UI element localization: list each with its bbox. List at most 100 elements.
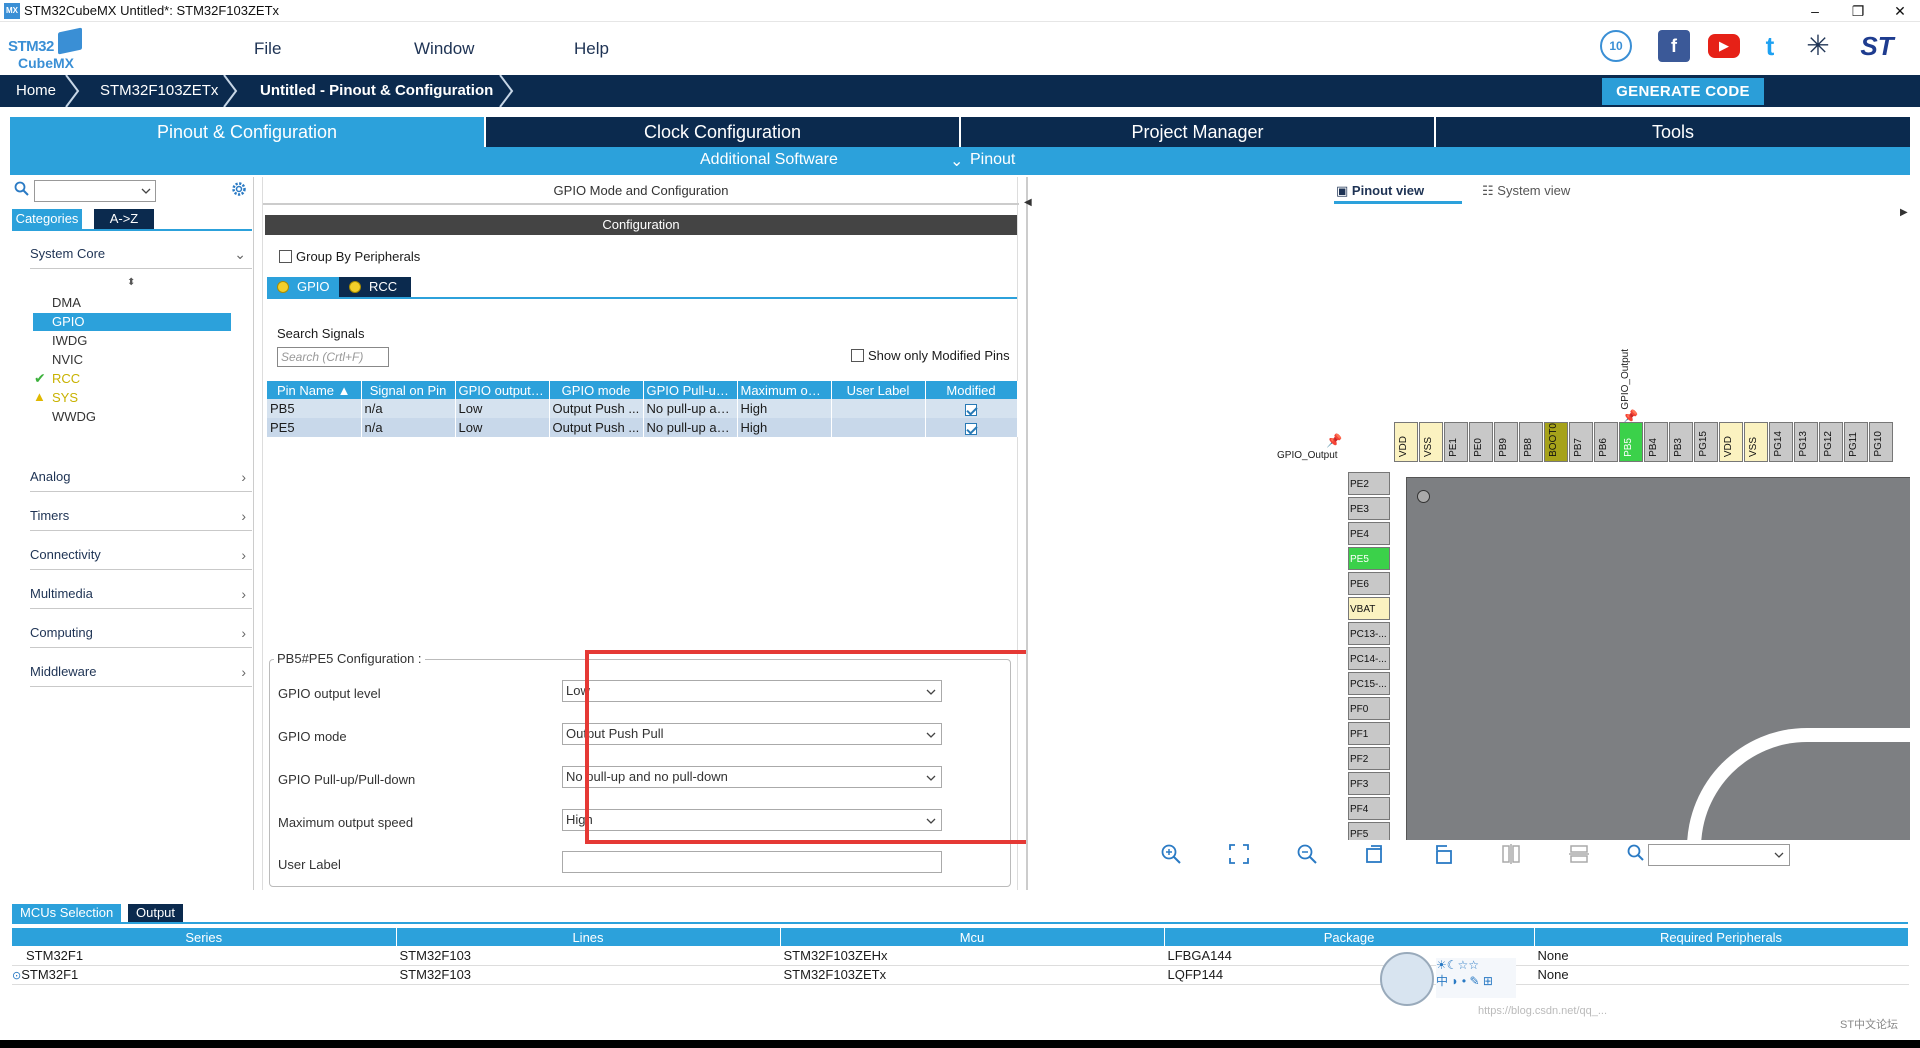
tab-clock-configuration[interactable]: Clock Configuration [486,117,961,147]
column-header[interactable]: Lines [396,928,781,946]
column-header[interactable]: Required Peripherals [1534,928,1909,946]
table-row[interactable]: ⊙STM32F1 STM32F103 STM32F103ZETx LQFP144… [12,965,1909,985]
pin-pe1[interactable]: PE1 [1444,422,1468,462]
rotate-right-icon[interactable] [1364,843,1386,865]
pin-pf1[interactable]: PF1 [1348,722,1390,745]
pin-boot0[interactable]: BOOT0 [1544,422,1568,462]
pin-pg13[interactable]: PG13 [1794,422,1818,462]
pin-pf3[interactable]: PF3 [1348,772,1390,795]
column-header[interactable]: GPIO mode [549,381,644,399]
pin-vss[interactable]: VSS [1744,422,1768,462]
flip-horizontal-icon[interactable] [1568,843,1590,865]
zoom-out-icon[interactable] [1296,843,1318,865]
pin-pb4[interactable]: PB4 [1644,422,1668,462]
pin-pf0[interactable]: PF0 [1348,697,1390,720]
menu-window[interactable]: Window [414,39,474,59]
pin-pg15[interactable]: PG15 [1694,422,1718,462]
core-item-iwdg[interactable]: IWDG [52,333,87,348]
search-signals-input[interactable]: Search (Crtl+F) [277,347,389,367]
pin-pb9[interactable]: PB9 [1494,422,1518,462]
pin-vbat[interactable]: VBAT [1348,597,1390,620]
pin-search-input[interactable] [1648,844,1790,866]
fit-screen-icon[interactable] [1228,843,1250,865]
facebook-icon[interactable]: f [1658,30,1690,62]
category-search-input[interactable] [34,180,156,202]
st-logo-icon[interactable]: ST [1852,30,1902,62]
column-header[interactable]: GPIO output l... [455,381,550,399]
core-item-gpio[interactable]: GPIO [52,314,85,329]
show-modified-checkbox[interactable] [851,349,864,362]
pinout-menu[interactable]: Pinout [970,151,1015,169]
core-item-nvic[interactable]: NVIC [52,352,83,367]
flip-vertical-icon[interactable] [1500,843,1522,865]
core-item-rcc[interactable]: RCC [52,371,80,386]
additional-software-link[interactable]: Additional Software [700,151,838,169]
modified-checkbox[interactable] [965,403,977,416]
core-item-dma[interactable]: DMA [52,295,81,310]
youtube-icon[interactable]: ▶ [1708,34,1740,58]
tab-pinout-configuration[interactable]: Pinout & Configuration [10,117,486,147]
core-item-wwdg[interactable]: WWDG [52,409,96,424]
table-row[interactable]: PE5 n/a Low Output Push ... No pull-up a… [267,418,1018,437]
tab-output[interactable]: Output [128,904,184,922]
column-header[interactable]: Package [1164,928,1535,946]
pin-pg10[interactable]: PG10 [1869,422,1893,462]
pin-pe5[interactable]: PE5 [1348,547,1390,570]
column-header[interactable]: User Label [831,381,926,399]
zoom-in-icon[interactable] [1160,843,1182,865]
column-header[interactable]: GPIO Pull-up/... [643,381,738,399]
generate-code-button[interactable]: GENERATE CODE [1602,78,1764,105]
pin-pb8[interactable]: PB8 [1519,422,1543,462]
column-header[interactable]: Maximum out... [737,381,832,399]
user-label-input[interactable] [562,851,942,873]
modified-checkbox[interactable] [965,422,977,435]
column-header[interactable]: Modified [925,381,1018,399]
section-computing[interactable]: Computing › [30,618,252,648]
pin-pe0[interactable]: PE0 [1469,422,1493,462]
anniversary-badge-icon[interactable]: 10 [1600,30,1632,62]
tab-categories[interactable]: Categories [12,209,82,229]
tab-rcc[interactable]: RCC [339,277,411,297]
breadcrumb-home[interactable]: Home [16,75,56,107]
column-header[interactable]: Pin Name ▲ [267,381,362,399]
pin-pg12[interactable]: PG12 [1819,422,1843,462]
table-row[interactable]: PB5 n/a Low Output Push ... No pull-up a… [267,399,1018,418]
pin-vdd[interactable]: VDD [1394,422,1418,462]
pin-pc15[interactable]: PC15-... [1348,672,1390,695]
pinout-view-tab[interactable]: ▣ Pinout view [1336,183,1424,199]
scroll-right-icon[interactable]: ▶ [1900,207,1908,218]
section-system-core[interactable]: System Core ⌄ [30,239,252,269]
table-row[interactable]: STM32F1 STM32F103 STM32F103ZEHx LFBGA144… [12,946,1909,966]
search-icon[interactable] [1626,843,1648,865]
menu-file[interactable]: File [254,39,281,59]
pin-pe2[interactable]: PE2 [1348,472,1390,495]
section-analog[interactable]: Analog › [30,462,252,492]
tab-tools[interactable]: Tools [1436,117,1910,147]
twitter-icon[interactable]: t [1754,30,1786,62]
tab-a-to-z[interactable]: A->Z [94,209,154,229]
tab-gpio[interactable]: GPIO [267,277,339,297]
gear-icon[interactable] [230,180,248,198]
tab-project-manager[interactable]: Project Manager [961,117,1436,147]
pin-pb7[interactable]: PB7 [1569,422,1593,462]
section-timers[interactable]: Timers › [30,501,252,531]
pin-pg11[interactable]: PG11 [1844,422,1868,462]
column-header[interactable]: Mcu [780,928,1165,946]
network-icon[interactable]: ✳ [1802,30,1834,62]
column-header[interactable]: Series [12,928,397,946]
pin-vdd[interactable]: VDD [1719,422,1743,462]
column-header[interactable]: Signal on Pin [361,381,456,399]
section-connectivity[interactable]: Connectivity › [30,540,252,570]
pin-pg14[interactable]: PG14 [1769,422,1793,462]
pin-pb5[interactable]: PB5 [1619,422,1643,462]
pin-vss[interactable]: VSS [1419,422,1443,462]
pin-pf5[interactable]: PF5 [1348,822,1390,840]
minimize-button[interactable]: – [1795,0,1835,22]
close-button[interactable]: ✕ [1880,0,1920,22]
pin-pc13[interactable]: PC13-... [1348,622,1390,645]
breadcrumb-current[interactable]: Untitled - Pinout & Configuration [260,75,493,107]
ime-toolbar[interactable]: ☀☾☆☆ 中 ◗ • ✎ ⊞ [1436,958,1516,998]
pin-pc14[interactable]: PC14-... [1348,647,1390,670]
pin-pf4[interactable]: PF4 [1348,797,1390,820]
pin-pe4[interactable]: PE4 [1348,522,1390,545]
